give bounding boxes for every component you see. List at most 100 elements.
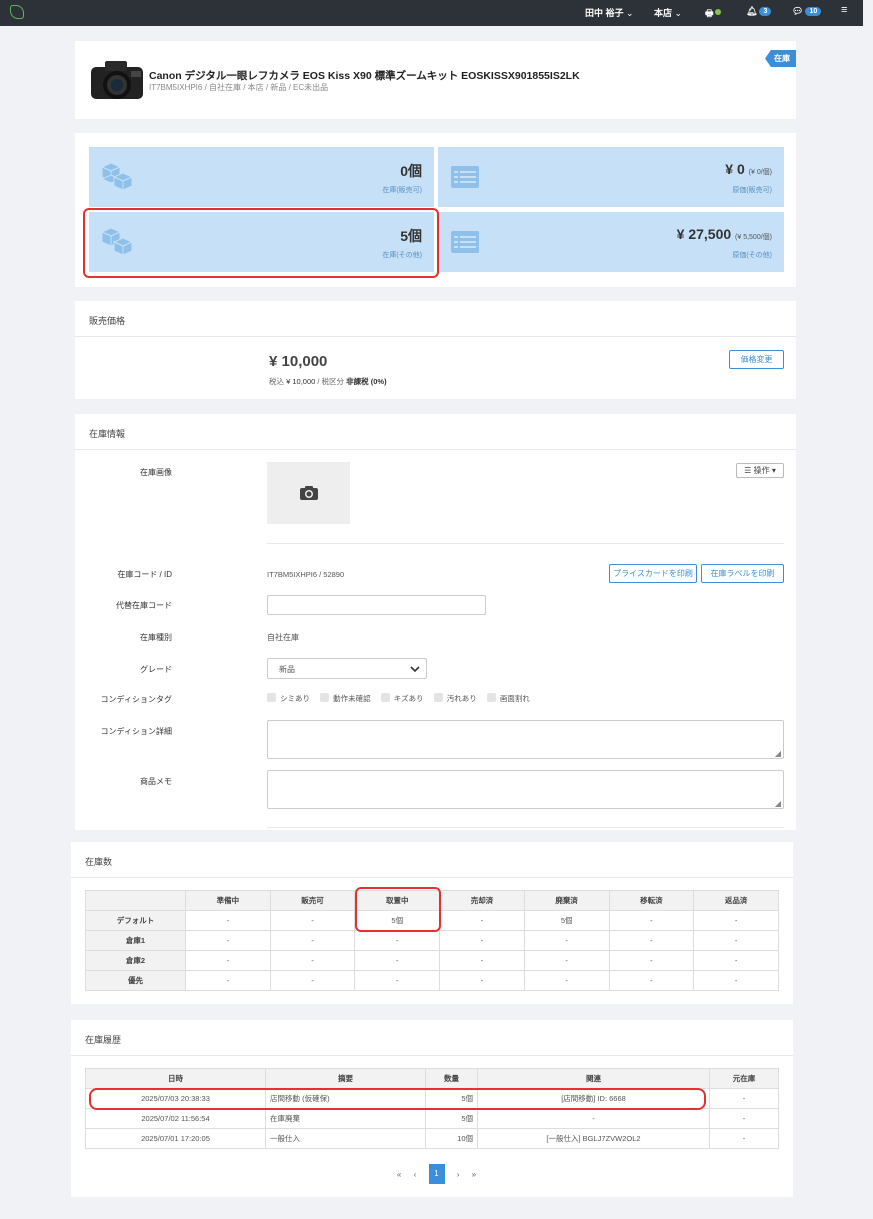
- condition-tag-checkbox[interactable]: 画面割れ: [486, 693, 530, 703]
- pager-last[interactable]: »: [472, 1170, 476, 1179]
- stock-counts-section-title: 在庫数: [85, 857, 113, 867]
- tax-separator: / 税区分: [317, 377, 345, 386]
- table-cell: -: [477, 1108, 710, 1129]
- user-name: 田中 裕子: [585, 8, 624, 18]
- stock-counts-card: 在庫数 準備中 販売可 取置中 売却済 廃棄済 移転済 返品済 デフォルト - …: [71, 842, 793, 1004]
- table-cell: -: [439, 910, 525, 931]
- table-cell: -: [693, 910, 779, 931]
- resize-handle-icon[interactable]: ◢: [775, 749, 781, 758]
- table-cell: -: [709, 1128, 779, 1149]
- grade-selected-value: 新品: [279, 665, 295, 674]
- printer-status[interactable]: 🖶: [705, 6, 721, 22]
- column-header: [85, 890, 186, 911]
- table-cell: -: [185, 970, 271, 991]
- table-cell: 一般仕入: [265, 1128, 426, 1149]
- checkbox-icon: [380, 693, 390, 702]
- table-cell: -: [608, 950, 695, 971]
- chevron-down-icon: ⌄: [674, 8, 683, 18]
- store-name: 本店: [654, 8, 673, 18]
- stock-sellable-label: 在庫(販売可): [382, 187, 422, 194]
- message-count-badge: 10: [805, 7, 822, 16]
- table-cell: -: [439, 970, 525, 991]
- tax-class: 非課税 (0%): [346, 377, 387, 386]
- tile-cost-sellable: ¥ 0 (¥ 0/個) 原価(販売可): [438, 147, 784, 207]
- condition-tag-label: コンディションタグ: [100, 695, 172, 704]
- cost-other-unit: (¥ 5,500/個): [735, 234, 772, 241]
- app-logo-icon[interactable]: [10, 5, 24, 19]
- messages-button[interactable]: 💬︎ 10: [792, 6, 822, 17]
- alt-code-label: 代替在庫コード: [116, 601, 172, 610]
- table-cell: -: [693, 970, 779, 991]
- table-cell: -: [608, 970, 695, 991]
- condition-tag-checkbox[interactable]: 汚れあり: [433, 693, 477, 703]
- operations-dropdown[interactable]: ☰ 操作 ▾: [736, 463, 784, 478]
- store-menu[interactable]: 本店 ⌄: [654, 6, 682, 19]
- alt-code-input[interactable]: [267, 595, 486, 615]
- code-label: 在庫コード / ID: [117, 570, 172, 579]
- condition-tag-label: 動作未確認: [333, 694, 371, 703]
- table-cell: 5個: [425, 1108, 478, 1129]
- table-cell: -: [709, 1108, 779, 1129]
- table-cell: -: [269, 950, 356, 971]
- stock-info-section-title: 在庫情報: [89, 429, 126, 439]
- table-cell: -: [608, 910, 695, 931]
- condition-tag-label: キズあり: [393, 694, 424, 703]
- row-header: 倉庫1: [85, 930, 186, 951]
- cost-sellable-label: 原価(販売可): [732, 187, 772, 194]
- column-header: 廃棄済: [523, 890, 610, 911]
- divider: [75, 449, 796, 450]
- table-cell: -: [693, 950, 779, 971]
- table-cell: -: [269, 910, 356, 931]
- condition-tag-checkbox[interactable]: キズあり: [380, 693, 424, 703]
- table-cell: -: [523, 930, 610, 951]
- column-header: 販売可: [269, 890, 356, 911]
- table-cell: 10個: [425, 1128, 478, 1149]
- pager-current-page[interactable]: 1: [428, 1164, 445, 1184]
- table-cell: -: [354, 930, 441, 951]
- grade-select[interactable]: 新品: [267, 658, 427, 679]
- memo-textarea[interactable]: ◢: [267, 770, 784, 809]
- table-cell: 在庫廃棄: [265, 1108, 426, 1129]
- stock-history-section-title: 在庫履歴: [85, 1035, 122, 1045]
- price-card: 販売価格 ¥ 10,000 税込 ¥ 10,000 / 税区分 非課税 (0%)…: [75, 301, 796, 399]
- related-link[interactable]: [一般仕入] BGLJ7ZVW2OL2: [477, 1128, 710, 1149]
- pager-prev[interactable]: ‹: [414, 1170, 417, 1179]
- cost-other-label: 原価(その他): [732, 252, 772, 259]
- stock-image-placeholder[interactable]: [267, 462, 350, 524]
- notification-count-badge: 3: [759, 7, 772, 16]
- table-row: 2025/07/01 17:20:05 一般仕入 10個 [一般仕入] BGLJ…: [85, 1128, 779, 1149]
- condition-detail-textarea[interactable]: ◢: [267, 720, 784, 759]
- list-icon: ☰: [744, 466, 752, 475]
- printer-online-dot: [714, 9, 721, 15]
- caret-down-icon: ▾: [771, 466, 776, 475]
- condition-tag-checkbox[interactable]: 動作未確認: [320, 693, 371, 703]
- condition-tag-checkbox[interactable]: シミあり: [267, 693, 310, 703]
- type-value: 自社在庫: [267, 633, 299, 642]
- row-header: 倉庫2: [85, 950, 186, 971]
- user-menu[interactable]: 田中 裕子 ⌄: [585, 6, 634, 19]
- hamburger-menu-icon[interactable]: ≡: [841, 4, 847, 16]
- pager-next[interactable]: ›: [457, 1170, 460, 1179]
- chevron-down-icon: [410, 666, 420, 672]
- operations-label: 操作: [753, 466, 770, 475]
- change-price-button[interactable]: 価格変更: [729, 350, 784, 369]
- divider: [267, 827, 784, 828]
- resize-handle-icon[interactable]: ◢: [775, 799, 781, 808]
- table-cell: -: [439, 930, 525, 951]
- pager-first[interactable]: «: [397, 1170, 401, 1179]
- column-header: 返品済: [693, 890, 779, 911]
- product-thumbnail: [91, 61, 143, 99]
- table-cell: -: [523, 970, 610, 991]
- tax-info: 税込 ¥ 10,000 / 税区分 非課税 (0%): [269, 376, 387, 387]
- bell-icon: 🔔︎: [746, 6, 758, 16]
- camera-icon: [300, 486, 318, 500]
- notifications-button[interactable]: 🔔︎ 3: [746, 6, 772, 17]
- column-header: 移転済: [608, 890, 695, 911]
- cubes-icon: [101, 162, 134, 191]
- memo-label: 商品メモ: [140, 777, 172, 786]
- print-price-card-button[interactable]: プライスカードを印刷: [609, 564, 697, 583]
- divider: [267, 543, 784, 544]
- checkbox-icon: [433, 693, 443, 702]
- condition-tag-label: シミあり: [280, 694, 310, 703]
- print-stock-label-button[interactable]: 在庫ラベルを印刷: [701, 564, 784, 583]
